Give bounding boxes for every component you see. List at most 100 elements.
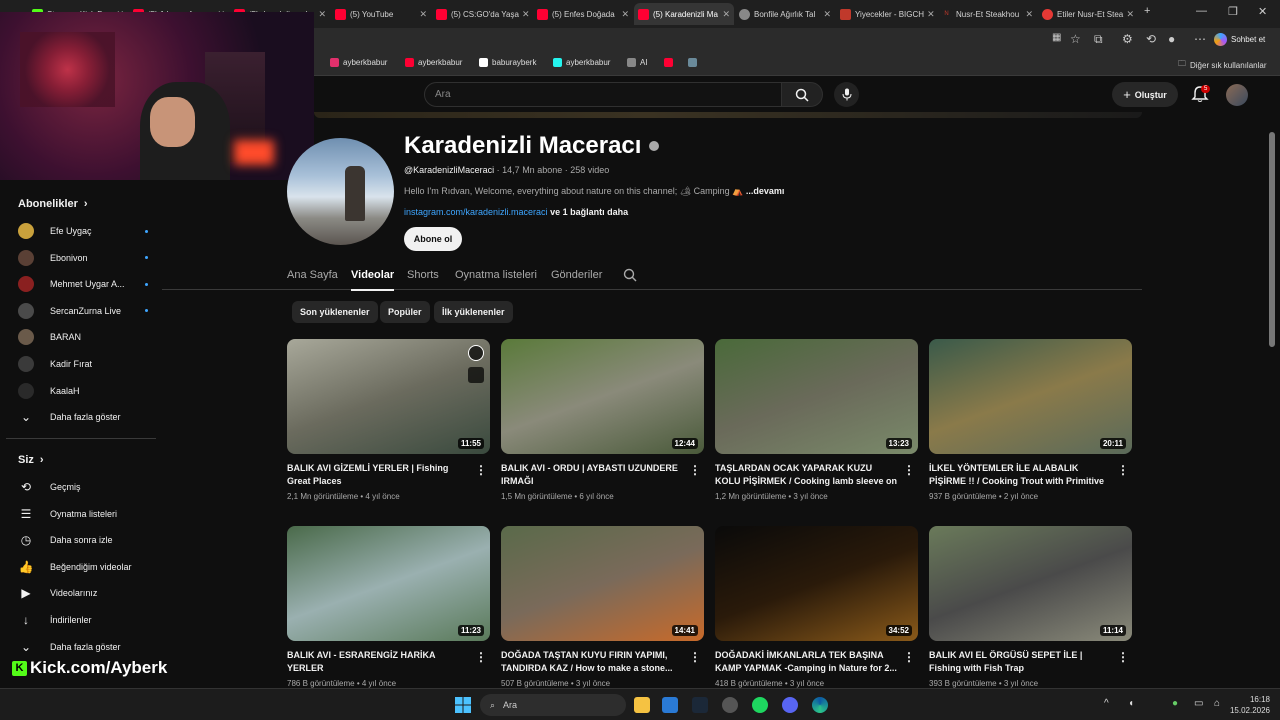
- video-menu-icon[interactable]: ⋮: [1117, 463, 1129, 477]
- taskbar-search[interactable]: ⌕Ara: [480, 694, 626, 716]
- subscription-item[interactable]: Mehmet Uygar A...: [18, 275, 148, 293]
- description-more[interactable]: ...devamı: [746, 186, 785, 196]
- channel-avatar[interactable]: [287, 138, 394, 245]
- search-input[interactable]: Ara: [424, 82, 782, 107]
- bookmark-item[interactable]: ayberkbabur: [553, 58, 610, 67]
- subscription-item[interactable]: Efe Uygaç: [18, 222, 148, 240]
- close-tab-icon[interactable]: ✕: [519, 9, 530, 20]
- channel-tab[interactable]: Videolar: [351, 269, 394, 281]
- show-more-subscriptions[interactable]: ⌄Daha fazla göster: [18, 408, 148, 426]
- filter-chip[interactable]: İlk yüklenenler: [434, 301, 513, 323]
- you-item[interactable]: ◷Daha sonra izle: [18, 531, 148, 549]
- video-card[interactable]: 11:14 BALIK AVI EL ÖRGÜSÜ SEPET İLE | Fis…: [929, 526, 1133, 688]
- system-clock[interactable]: 16:1815.02.2026: [1230, 694, 1270, 716]
- video-title[interactable]: DOĞADAKİ İMKANLARLA TEK BAŞINA KAMP YAPM…: [715, 649, 900, 675]
- close-window-icon[interactable]: ✕: [1258, 5, 1267, 18]
- maximize-icon[interactable]: ❐: [1228, 5, 1238, 18]
- more-icon[interactable]: ⋯: [1194, 32, 1206, 46]
- video-card[interactable]: 11:23 BALIK AVI - ESRARENGİZ HARİKA YERLE…: [287, 526, 491, 688]
- video-thumbnail[interactable]: 11:14: [929, 526, 1132, 641]
- subscription-item[interactable]: KaalaH: [18, 382, 148, 400]
- subscribe-button[interactable]: Abone ol: [404, 227, 462, 251]
- channel-tab[interactable]: Oynatma listeleri: [455, 269, 537, 281]
- minimize-icon[interactable]: —: [1196, 5, 1207, 17]
- filter-chip[interactable]: Popüler: [380, 301, 430, 323]
- close-tab-icon[interactable]: ✕: [315, 9, 326, 20]
- browser-tab[interactable]: NNusr-Et Steakhou✕: [937, 3, 1037, 25]
- video-menu-icon[interactable]: ⋮: [475, 650, 487, 664]
- browser-tab[interactable]: Bonfile Ağırlık Tal✕: [735, 3, 835, 25]
- video-menu-icon[interactable]: ⋮: [689, 463, 701, 477]
- discord-icon[interactable]: [782, 697, 798, 713]
- bookmark-youtube[interactable]: [664, 58, 673, 67]
- extensions-icon[interactable]: ⧉: [1094, 32, 1103, 47]
- you-header[interactable]: Siz›: [18, 454, 44, 466]
- close-tab-icon[interactable]: ✕: [1123, 9, 1134, 20]
- bookmark-item[interactable]: ayberkbabur: [330, 58, 387, 67]
- channel-description[interactable]: Hello I'm Rıdvan, Welcome, everything ab…: [404, 186, 784, 197]
- instagram-link[interactable]: instagram.com/karadenizli.maceraci: [404, 207, 548, 217]
- search-button[interactable]: [781, 82, 823, 107]
- video-card[interactable]: 34:52 DOĞADAKİ İMKANLARLA TEK BAŞINA KAMP…: [715, 526, 919, 688]
- you-item[interactable]: ↓İndirilenler: [18, 611, 148, 629]
- video-menu-icon[interactable]: ⋮: [903, 650, 915, 664]
- apps-icon[interactable]: ▦: [1052, 32, 1061, 43]
- close-tab-icon[interactable]: ✕: [618, 9, 629, 20]
- video-menu-icon[interactable]: ⋮: [689, 650, 701, 664]
- video-thumbnail[interactable]: 34:52: [715, 526, 918, 641]
- video-title[interactable]: BALIK AVI - ORDU | AYBASTI UZUNDERE IRMA…: [501, 462, 686, 488]
- video-menu-icon[interactable]: ⋮: [1117, 650, 1129, 664]
- video-thumbnail[interactable]: 20:11: [929, 339, 1132, 454]
- video-title[interactable]: İLKEL YÖNTEMLER İLE ALABALIK PİŞİRME !! …: [929, 462, 1114, 488]
- video-thumbnail[interactable]: 11:23: [287, 526, 490, 641]
- video-title[interactable]: BALIK AVI - ESRARENGİZ HARİKA YERLER: [287, 649, 472, 675]
- video-title[interactable]: BALIK AVI GİZEMLİ YERLER | Fishing Great…: [287, 462, 472, 488]
- scrollbar-thumb[interactable]: [1269, 132, 1275, 347]
- settings-icon[interactable]: [722, 697, 738, 713]
- network-icon[interactable]: ⌂: [1214, 698, 1220, 709]
- spotify-icon[interactable]: [752, 697, 768, 713]
- filter-chip[interactable]: Son yüklenenler: [292, 301, 378, 323]
- you-item[interactable]: ▶Videolarınız: [18, 584, 148, 602]
- volume-icon[interactable]: ◖: [1128, 698, 1134, 709]
- subscription-item[interactable]: SercanZurna Live: [18, 302, 148, 320]
- you-item[interactable]: ☰Oynatma listeleri: [18, 505, 148, 523]
- bookmark-item[interactable]: ayberkbabur: [405, 58, 462, 67]
- add-to-queue-icon[interactable]: [468, 367, 484, 383]
- subscription-item[interactable]: Ebonivon: [18, 249, 148, 267]
- new-tab-button[interactable]: +: [1144, 5, 1150, 17]
- create-button[interactable]: +Oluştur: [1112, 82, 1178, 107]
- collections-icon[interactable]: ⚙: [1122, 32, 1133, 46]
- history-browser-icon[interactable]: ⟲: [1146, 32, 1156, 46]
- bookmark-item[interactable]: AI: [627, 58, 648, 67]
- video-title[interactable]: DOĞADA TAŞTAN KUYU FIRIN YAPIMI, TANDIRD…: [501, 649, 686, 675]
- close-tab-icon[interactable]: ✕: [416, 9, 427, 20]
- windows-start-icon[interactable]: [455, 697, 471, 713]
- video-menu-icon[interactable]: ⋮: [903, 463, 915, 477]
- star-icon[interactable]: ☆: [1070, 32, 1081, 46]
- browser-tab[interactable]: Etiler Nusr-Et Stea✕: [1038, 3, 1138, 25]
- tray-chevron-icon[interactable]: ^: [1104, 698, 1109, 709]
- steam-icon[interactable]: [692, 697, 708, 713]
- subscription-item[interactable]: BARAN: [18, 328, 148, 346]
- you-item[interactable]: 👍Beğendiğim videolar: [18, 558, 148, 576]
- more-links[interactable]: ve 1 bağlantı daha: [550, 207, 628, 217]
- show-more-you[interactable]: ⌄Daha fazla göster: [18, 638, 148, 656]
- other-bookmarks[interactable]: 🗀Diğer sık kullanılanlar: [1178, 58, 1266, 72]
- close-tab-icon[interactable]: ✕: [719, 9, 730, 20]
- video-card[interactable]: 13:23TAŞLARDAN OCAK YAPARAK KUZU KOLU Pİ…: [715, 339, 919, 501]
- profile-icon[interactable]: ●: [1168, 32, 1175, 46]
- bookmark-item[interactable]: baburayberk: [479, 58, 536, 67]
- video-title[interactable]: BALIK AVI EL ÖRGÜSÜ SEPET İLE | Fishing …: [929, 649, 1114, 675]
- browser-tab[interactable]: Yiyecekler - BIGCH✕: [836, 3, 936, 25]
- close-tab-icon[interactable]: ✕: [820, 9, 831, 20]
- browser-tab[interactable]: (5) CS:GO'da Yaşa✕: [432, 3, 532, 25]
- user-avatar[interactable]: [1226, 84, 1248, 106]
- voice-search-button[interactable]: [834, 82, 859, 107]
- channel-search-icon[interactable]: [623, 268, 637, 282]
- subscriptions-header[interactable]: Abonelikler›: [18, 198, 88, 210]
- video-card[interactable]: 12:44BALIK AVI - ORDU | AYBASTI UZUNDERE…: [501, 339, 705, 501]
- close-tab-icon[interactable]: ✕: [924, 9, 935, 20]
- watch-later-icon[interactable]: [468, 345, 484, 361]
- channel-tab[interactable]: Ana Sayfa: [287, 269, 338, 281]
